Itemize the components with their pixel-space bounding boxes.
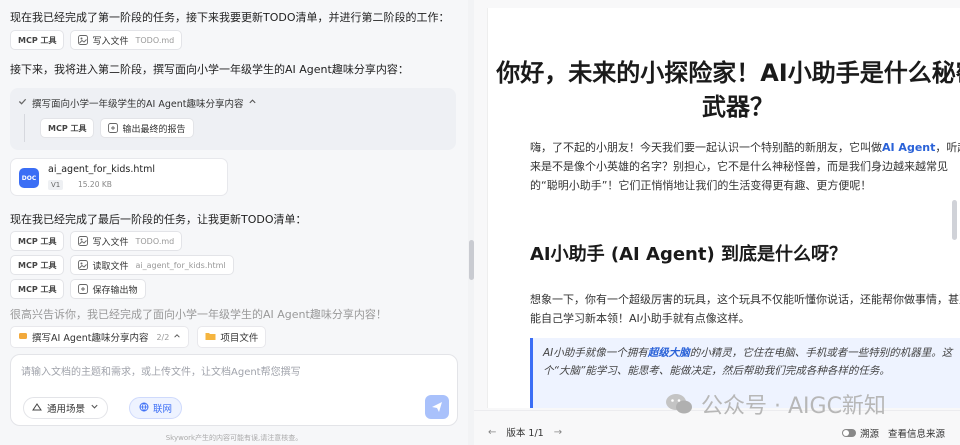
task-count: 2/2 <box>156 332 170 342</box>
mcp-tool-label: MCP 工具 <box>48 123 87 133</box>
write-file-chip[interactable]: 写入文件 TODO.md <box>70 30 183 50</box>
document-scrollbar[interactable] <box>952 200 957 240</box>
version-label: 版本 1/1 <box>506 428 544 439</box>
image-file-icon <box>78 260 89 270</box>
task-progress-chip[interactable]: 撰写AI Agent趣味分享内容 2/2 <box>10 326 190 348</box>
tool-target-label: ai_agent_for_kids.html <box>135 260 226 270</box>
tool-action-label: 输出最终的报告 <box>122 124 186 135</box>
report-icon <box>108 123 119 133</box>
image-file-icon <box>78 236 89 246</box>
pin-icon <box>18 331 28 344</box>
tool-call-row: MCP 工具 读取文件 ai_agent_for_kids.html <box>10 255 234 275</box>
tool-action-label: 写入文件 <box>92 36 129 47</box>
watermark: 公众号 · AIGC新知 <box>665 388 886 420</box>
project-files-button[interactable]: 项目文件 <box>197 326 267 348</box>
document-panel: 你好，未来的小探险家！AI小助手是什么秘密武器？ 嗨，了不起的小朋友！今天我们要… <box>474 0 960 445</box>
task-bar: 撰写AI Agent趣味分享内容 2/2 项目文件 <box>10 326 267 348</box>
file-version: V1 <box>48 180 64 190</box>
prompt-input[interactable] <box>21 363 441 387</box>
write-file-chip[interactable]: 写入文件 TODO.md <box>70 231 183 251</box>
assistant-message: 接下来，我将进入第二阶段，撰写面向小学一年级学生的AI Agent趣味分享内容： <box>10 63 409 76</box>
phase-card-header[interactable]: 撰写面向小学一年级学生的AI Agent趣味分享内容 <box>18 96 257 110</box>
chevron-up-icon[interactable] <box>248 97 257 109</box>
file-name: ai_agent_for_kids.html <box>48 164 155 175</box>
quote-text-a: AI小助手就像一个拥有 <box>543 347 648 359</box>
phase-card: 撰写面向小学一年级学生的AI Agent趣味分享内容 MCP 工具 输出最终的报… <box>10 88 456 150</box>
task-label: 撰写AI Agent趣味分享内容 <box>32 333 149 344</box>
check-icon <box>18 97 27 109</box>
tool-call-row: MCP 工具 写入文件 TODO.md <box>10 231 183 251</box>
mcp-tool-label: MCP 工具 <box>18 35 57 45</box>
prompt-box: 通用场景 联网 <box>10 354 458 426</box>
mcp-tool-chip[interactable]: MCP 工具 <box>10 231 65 251</box>
section-paragraph: 想象一下，你有一个超级厉害的玩具，这个玩具不仅能听懂你说话，还能帮你做事情，甚至… <box>530 293 960 325</box>
doc-file-icon: DOC <box>19 168 39 188</box>
folder-icon <box>205 331 216 344</box>
file-size: 15.20 KB <box>78 180 112 189</box>
section-heading: AI小助手 (AI Agent) 到底是什么呀？ <box>530 244 847 265</box>
send-icon <box>431 398 443 417</box>
assistant-message: 现在我已经完成了第一阶段的任务，接下来我要更新TODO清单，并进行第二阶段的工作… <box>10 11 450 24</box>
document-title: 你好，未来的小探险家！AI小助手是什么秘密武器？ <box>496 59 960 121</box>
chat-panel: 现在我已经完成了第一阶段的任务，接下来我要更新TODO清单，并进行第二阶段的工作… <box>0 0 468 445</box>
wechat-icon <box>665 392 693 416</box>
tool-call-row: MCP 工具 保存输出物 <box>10 279 146 299</box>
save-icon <box>78 284 89 294</box>
scene-label: 通用场景 <box>47 404 86 415</box>
version-nav: ← 版本 1/1 → <box>488 425 562 440</box>
phase-title: 撰写面向小学一年级学生的AI Agent趣味分享内容 <box>32 99 244 110</box>
mcp-tool-chip[interactable]: MCP 工具 <box>10 30 65 50</box>
prev-version-icon[interactable]: ← <box>488 427 496 438</box>
tool-action-label: 写入文件 <box>92 237 129 248</box>
web-search-label: 联网 <box>153 404 173 415</box>
intro-paragraph: 嗨，了不起的小朋友！今天我们要一起认识一个特别酷的新朋友，它叫做AI Agent… <box>530 138 960 195</box>
tool-call-row: MCP 工具 输出最终的报告 <box>40 118 194 138</box>
timeline-line <box>24 114 25 142</box>
scene-dropdown[interactable]: 通用场景 <box>23 397 109 419</box>
mcp-tool-chip[interactable]: MCP 工具 <box>40 118 95 138</box>
quote-highlight: 超级大脑 <box>647 347 690 359</box>
image-file-icon <box>78 35 89 45</box>
tool-target-label: TODO.md <box>135 35 175 45</box>
chevron-down-icon <box>90 402 99 414</box>
watermark-text: 公众号 · AIGC新知 <box>701 394 886 419</box>
web-search-toggle[interactable]: 联网 <box>129 397 183 419</box>
ai-agent-highlight: AI Agent <box>882 141 936 154</box>
view-source-link[interactable]: 查看信息来源 <box>888 426 945 440</box>
source-label: 溯源 <box>860 429 880 440</box>
mcp-tool-label: MCP 工具 <box>18 236 57 246</box>
mcp-tool-label: MCP 工具 <box>18 260 57 270</box>
scene-icon <box>32 402 42 415</box>
mcp-tool-chip[interactable]: MCP 工具 <box>10 279 65 299</box>
save-output-chip[interactable]: 保存输出物 <box>70 279 146 299</box>
intro-text: 嗨，了不起的小朋友！今天我们要一起认识一个特别酷的新朋友，它叫做 <box>530 141 882 154</box>
read-file-chip[interactable]: 读取文件 ai_agent_for_kids.html <box>70 255 234 275</box>
mcp-tool-chip[interactable]: MCP 工具 <box>10 255 65 275</box>
file-card[interactable]: DOC ai_agent_for_kids.html V1 15.20 KB <box>10 158 228 196</box>
chevron-up-icon <box>173 332 181 343</box>
output-report-chip[interactable]: 输出最终的报告 <box>100 118 194 138</box>
assistant-message-partial: 很高兴告诉你，我已经完成了面向小学一年级学生的AI Agent趣味分享内容！ <box>10 308 387 321</box>
globe-icon <box>139 402 149 415</box>
quote-text: AI小助手就像一个拥有超级大脑的小精灵，它住在电脑、手机或者一些特别的机器里。这… <box>543 344 960 380</box>
project-files-label: 项目文件 <box>220 333 259 344</box>
source-toggle[interactable]: 溯源 <box>842 426 879 440</box>
send-button[interactable] <box>425 395 449 419</box>
next-version-icon[interactable]: → <box>554 427 562 438</box>
assistant-message: 现在我已经完成了最后一阶段的任务，让我更新TODO清单： <box>10 213 307 226</box>
tool-action-label: 保存输出物 <box>92 285 138 296</box>
toggle-switch[interactable] <box>842 429 856 437</box>
tool-call-row: MCP 工具 写入文件 TODO.md <box>10 30 183 50</box>
tool-target-label: TODO.md <box>135 236 175 246</box>
disclaimer: Skywork产生的内容可能有误,请注意核查。 <box>165 434 303 442</box>
tool-action-label: 读取文件 <box>92 261 129 272</box>
document-page: 你好，未来的小探险家！AI小助手是什么秘密武器？ 嗨，了不起的小朋友！今天我们要… <box>487 8 960 408</box>
mcp-tool-label: MCP 工具 <box>18 284 57 294</box>
